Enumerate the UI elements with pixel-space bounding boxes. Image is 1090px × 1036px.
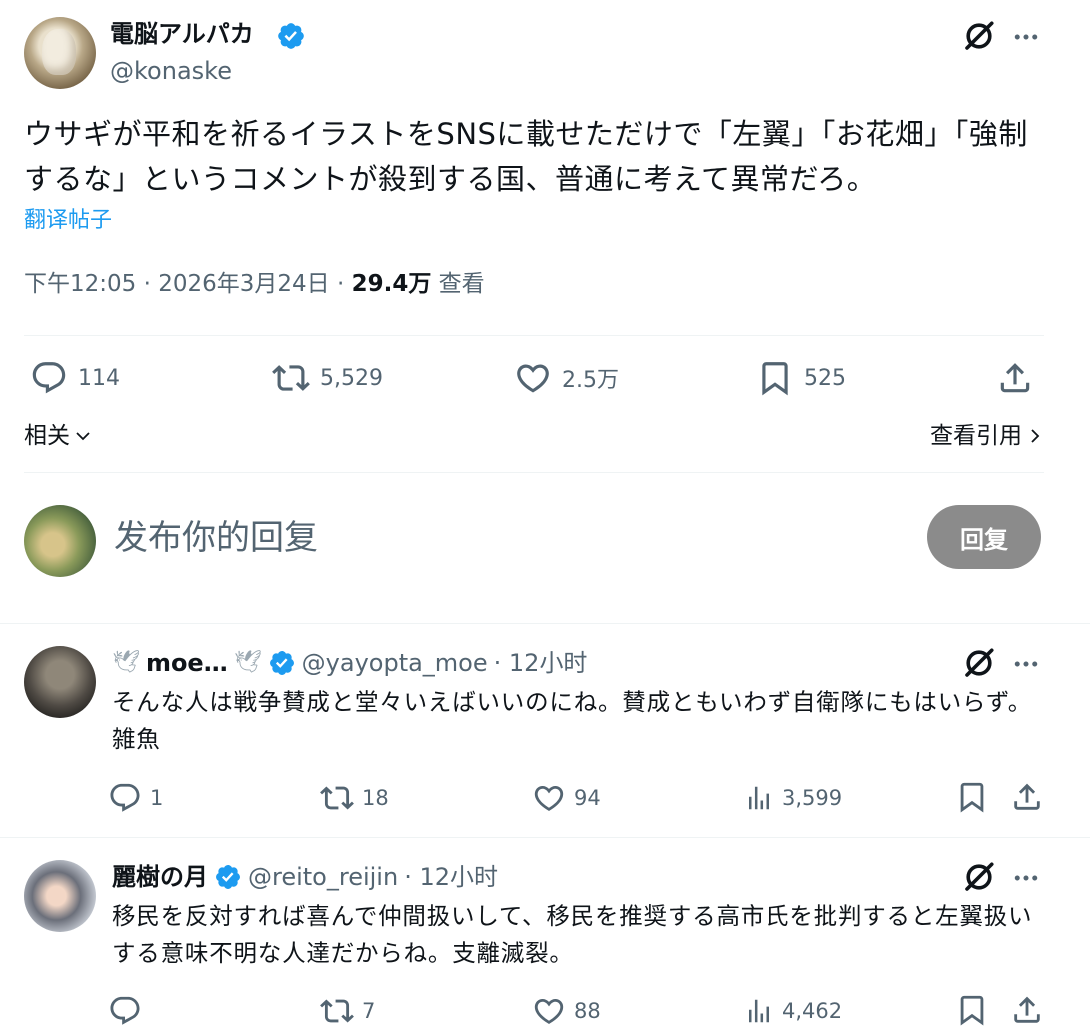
share-icon[interactable] bbox=[996, 359, 1034, 397]
views-label: 查看 bbox=[431, 271, 485, 297]
related-dropdown[interactable]: 相关 bbox=[24, 420, 92, 452]
my-avatar[interactable] bbox=[24, 505, 96, 577]
bookmark-action[interactable]: 525 bbox=[756, 358, 846, 398]
like-count: 94 bbox=[574, 786, 601, 810]
reply-time[interactable]: · 12小时 bbox=[494, 646, 588, 680]
bookmark-icon[interactable] bbox=[955, 993, 989, 1027]
bookmark-icon[interactable] bbox=[955, 780, 989, 814]
retweet-icon[interactable] bbox=[320, 781, 354, 815]
views-action[interactable]: 3,599 bbox=[744, 780, 842, 816]
reply-avatar[interactable] bbox=[24, 860, 96, 932]
verified-badge-icon[interactable] bbox=[214, 863, 242, 891]
reply-icon[interactable] bbox=[108, 994, 142, 1028]
related-label: 相关 bbox=[24, 423, 70, 449]
retweet-action[interactable]: 7 bbox=[320, 993, 375, 1029]
like-icon[interactable] bbox=[532, 994, 566, 1028]
reply-avatar[interactable] bbox=[24, 646, 96, 718]
like-icon[interactable] bbox=[514, 359, 552, 397]
views-icon[interactable] bbox=[744, 783, 774, 813]
dove-icon: 🕊 bbox=[112, 650, 140, 675]
reply-button[interactable]: 回复 bbox=[927, 505, 1041, 569]
tweet-text: ウサギが平和を祈るイラストをSNSに載せただけで「左翼」「お花畑」「強制するな」… bbox=[24, 117, 1028, 196]
author-name[interactable]: 電脳アルパカ bbox=[110, 16, 254, 52]
reply-header: 麗樹の月 @reito_reijin · 12小时 bbox=[112, 860, 498, 894]
reply-text: 移民を反対すれば喜んで仲間扱いして、移民を推奨する高市氏を批判すると左翼扱いする… bbox=[112, 902, 1033, 967]
reply-count: 1 bbox=[150, 786, 164, 810]
verified-badge-icon[interactable] bbox=[276, 21, 306, 51]
reply-icon[interactable] bbox=[30, 359, 68, 397]
view-quotes-label: 查看引用 bbox=[930, 423, 1022, 449]
reply-author-name[interactable]: moe… bbox=[146, 646, 228, 680]
like-icon[interactable] bbox=[532, 781, 566, 815]
more-options-icon[interactable] bbox=[1011, 649, 1041, 679]
views-action[interactable]: 4,462 bbox=[744, 993, 842, 1029]
like-action[interactable]: 94 bbox=[532, 780, 601, 816]
reply-author-handle[interactable]: @yayopta_moe bbox=[302, 646, 488, 680]
reply-author-handle[interactable]: @reito_reijin bbox=[248, 860, 398, 894]
retweet-count: 7 bbox=[362, 999, 376, 1023]
like-action[interactable]: 2.5万 bbox=[514, 358, 619, 398]
reply-count: 114 bbox=[78, 365, 120, 391]
view-quotes-link[interactable]: 查看引用 bbox=[930, 420, 1042, 452]
bookmark-icon[interactable] bbox=[756, 359, 794, 397]
divider bbox=[0, 623, 1090, 624]
reply-action[interactable] bbox=[108, 993, 150, 1029]
like-count: 2.5万 bbox=[562, 368, 619, 393]
chevron-down-icon bbox=[74, 427, 92, 445]
retweet-count: 18 bbox=[362, 786, 389, 810]
retweet-icon[interactable] bbox=[320, 994, 354, 1028]
more-options-icon[interactable] bbox=[1011, 22, 1041, 52]
more-options-icon[interactable] bbox=[1011, 863, 1041, 893]
divider bbox=[0, 837, 1090, 838]
grok-icon[interactable] bbox=[961, 645, 997, 681]
dove-icon: 🕊 bbox=[233, 650, 262, 675]
divider bbox=[24, 472, 1044, 473]
translate-link[interactable]: 翻译帖子 bbox=[24, 205, 112, 237]
views-count: 3,599 bbox=[782, 786, 843, 810]
share-icon[interactable] bbox=[1010, 780, 1044, 814]
share-icon[interactable] bbox=[1010, 993, 1044, 1027]
retweet-action[interactable]: 18 bbox=[320, 780, 389, 816]
divider bbox=[24, 335, 1044, 336]
author-handle[interactable]: @konaske bbox=[110, 55, 232, 87]
author-avatar[interactable] bbox=[24, 17, 96, 89]
share-action[interactable] bbox=[996, 358, 1034, 398]
reply-header: 🕊 moe… 🕊 @yayopta_moe · 12小时 bbox=[112, 646, 587, 680]
reply-time[interactable]: · 12小时 bbox=[404, 860, 498, 894]
tweet-meta: 下午12:05 · 2026年3月24日 · 29.4万 查看 bbox=[24, 267, 485, 301]
verified-badge-icon[interactable] bbox=[268, 649, 296, 677]
reply-action[interactable]: 114 bbox=[30, 358, 120, 398]
bookmark-count: 525 bbox=[804, 365, 846, 391]
like-count: 88 bbox=[574, 999, 601, 1023]
like-action[interactable]: 88 bbox=[532, 993, 601, 1029]
reply-text: そんな人は戦争賛成と堂々いえばいいのにね。賛成ともいわず自衛隊にもはいらず。雑魚 bbox=[112, 688, 1033, 753]
reply-icon[interactable] bbox=[108, 781, 142, 815]
grok-icon[interactable] bbox=[961, 859, 997, 895]
views-count: 4,462 bbox=[782, 999, 843, 1023]
tweet-timestamp[interactable]: 下午12:05 · 2026年3月24日 · bbox=[24, 271, 352, 297]
reply-input[interactable]: 发布你的回复 bbox=[114, 516, 318, 560]
views-count: 29.4万 bbox=[351, 271, 432, 297]
retweet-count: 5,529 bbox=[320, 365, 383, 391]
grok-icon[interactable] bbox=[961, 18, 997, 54]
views-icon[interactable] bbox=[744, 996, 774, 1026]
retweet-icon[interactable] bbox=[272, 359, 310, 397]
retweet-action[interactable]: 5,529 bbox=[272, 358, 383, 398]
reply-author-name[interactable]: 麗樹の月 bbox=[112, 860, 208, 894]
reply-action[interactable]: 1 bbox=[108, 780, 163, 816]
chevron-right-icon bbox=[1028, 427, 1042, 445]
